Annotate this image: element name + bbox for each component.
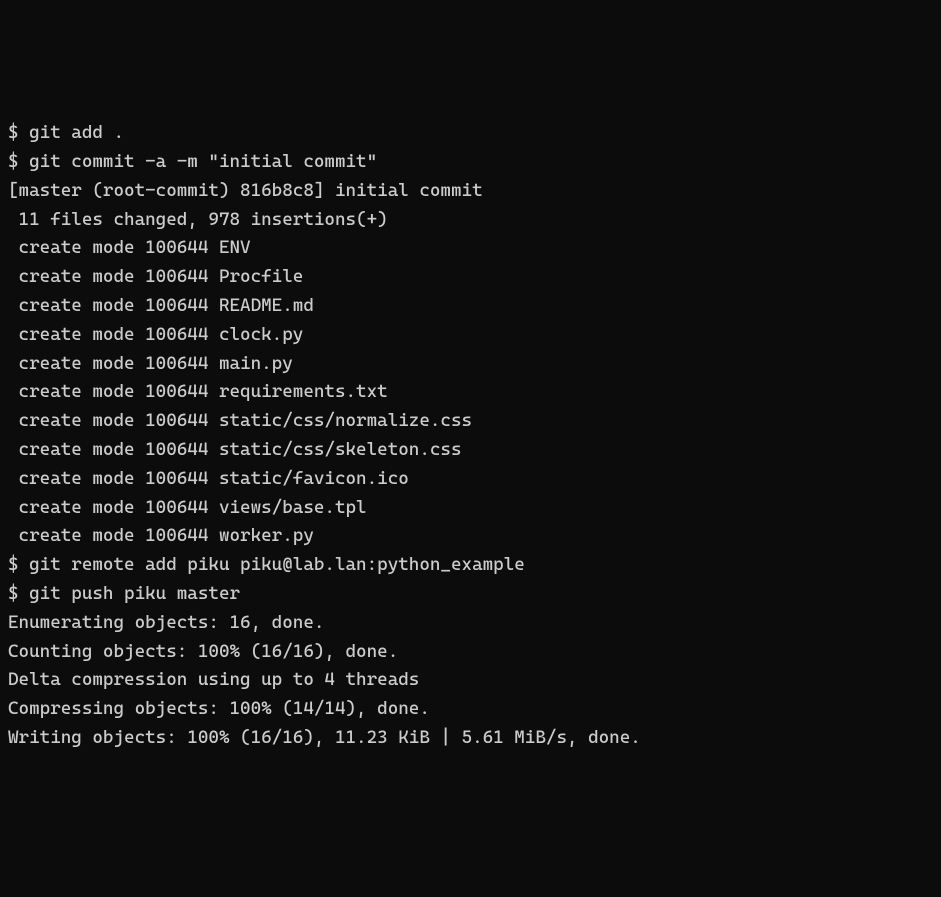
terminal-line: create mode 100644 main.py xyxy=(8,350,933,379)
terminal-line: create mode 100644 static/css/normalize.… xyxy=(8,407,933,436)
terminal-line: $ git add . xyxy=(8,119,933,148)
terminal-line: create mode 100644 requirements.txt xyxy=(8,378,933,407)
terminal-line: $ git remote add piku piku@lab.lan:pytho… xyxy=(8,551,933,580)
terminal-line: $ git commit -a -m "initial commit" xyxy=(8,148,933,177)
terminal-window[interactable]: $ git add .$ git commit -a -m "initial c… xyxy=(8,119,933,753)
terminal-line: Enumerating objects: 16, done. xyxy=(8,609,933,638)
terminal-line: create mode 100644 clock.py xyxy=(8,321,933,350)
terminal-line: create mode 100644 static/css/skeleton.c… xyxy=(8,436,933,465)
terminal-line: create mode 100644 static/favicon.ico xyxy=(8,465,933,494)
terminal-line: $ git push piku master xyxy=(8,580,933,609)
terminal-line: create mode 100644 worker.py xyxy=(8,522,933,551)
terminal-line: [master (root-commit) 816b8c8] initial c… xyxy=(8,177,933,206)
terminal-line: Compressing objects: 100% (14/14), done. xyxy=(8,695,933,724)
terminal-line: Writing objects: 100% (16/16), 11.23 KiB… xyxy=(8,724,933,753)
terminal-line: 11 files changed, 978 insertions(+) xyxy=(8,206,933,235)
terminal-line: create mode 100644 README.md xyxy=(8,292,933,321)
terminal-line: create mode 100644 views/base.tpl xyxy=(8,494,933,523)
terminal-line: Delta compression using up to 4 threads xyxy=(8,666,933,695)
terminal-line: create mode 100644 ENV xyxy=(8,234,933,263)
terminal-line: create mode 100644 Procfile xyxy=(8,263,933,292)
terminal-line: Counting objects: 100% (16/16), done. xyxy=(8,638,933,667)
